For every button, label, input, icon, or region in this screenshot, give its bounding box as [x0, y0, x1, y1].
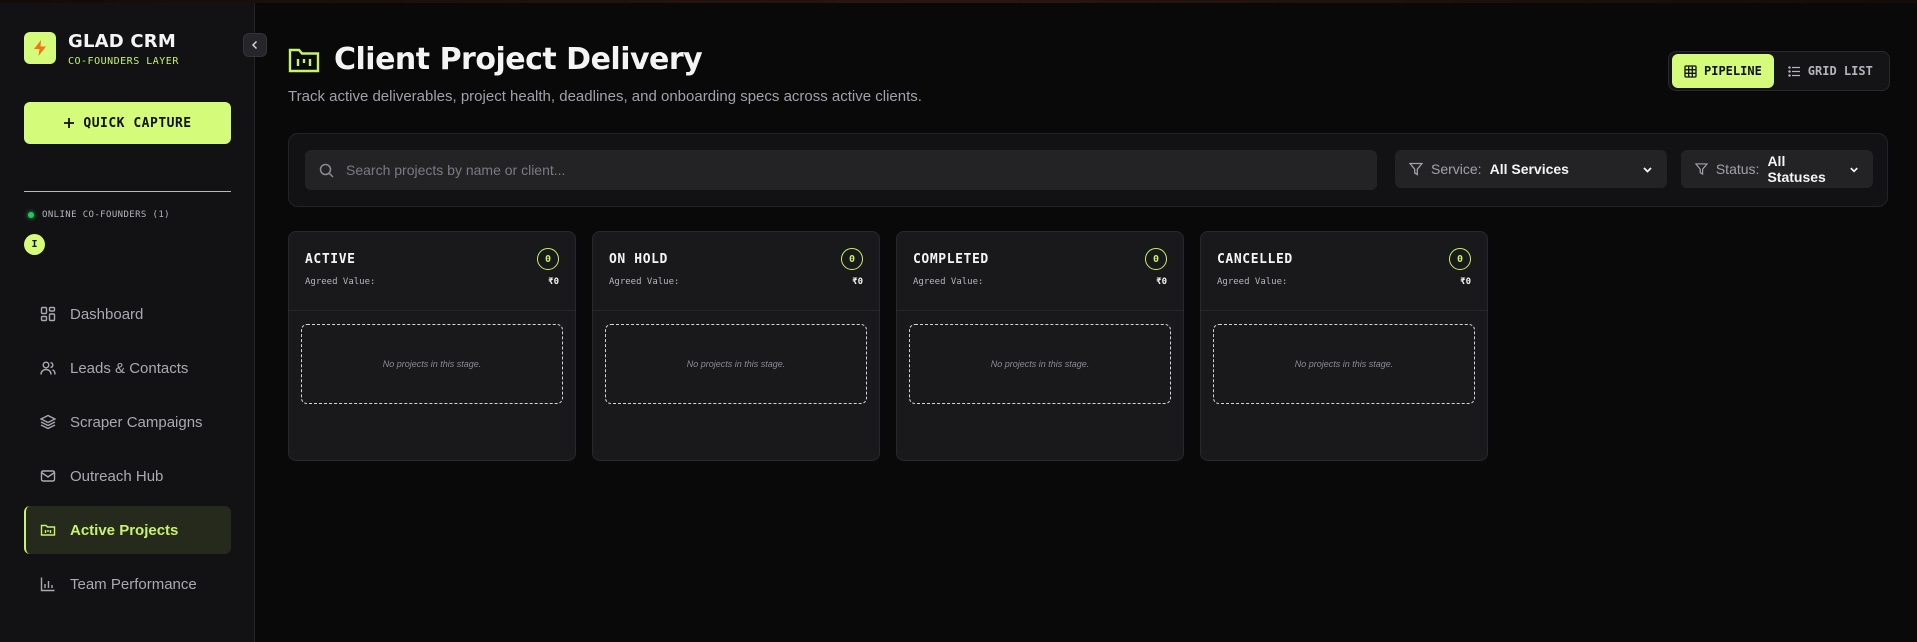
column-agreed-value: Agreed Value: ₹0	[305, 277, 559, 287]
agreed-value-amount: ₹0	[548, 277, 559, 287]
service-filter-select[interactable]: Service: All Services	[1395, 150, 1667, 188]
filter-bar: Service: All Services Status: All Status…	[288, 133, 1888, 207]
agreed-value-amount: ₹0	[1460, 277, 1471, 287]
pipeline-label: PIPELINE	[1704, 64, 1762, 78]
plus-icon	[64, 118, 75, 128]
page-subtitle: Track active deliverables, project healt…	[288, 88, 922, 105]
agreed-value-amount: ₹0	[1156, 277, 1167, 287]
bar-chart-icon	[40, 577, 55, 592]
brand-subtitle: CO-FOUNDERS LAYER	[68, 56, 179, 67]
column-title: CANCELLED	[1217, 252, 1293, 267]
empty-dropzone[interactable]: No projects in this stage.	[301, 324, 563, 404]
empty-dropzone[interactable]: No projects in this stage.	[1213, 324, 1475, 404]
column-count-badge: 0	[841, 248, 863, 270]
brand[interactable]: GLAD CRM CO-FOUNDERS LAYER	[24, 32, 179, 67]
grid-icon	[1684, 64, 1697, 78]
folder-icon	[40, 524, 56, 536]
column-count-badge: 0	[537, 248, 559, 270]
sidebar: GLAD CRM CO-FOUNDERS LAYER QUICK CAPTURE…	[0, 3, 255, 642]
online-label: ONLINE CO-FOUNDERS (1)	[42, 210, 171, 220]
sidebar-item-team-performance[interactable]: Team Performance	[24, 560, 231, 608]
dashboard-icon	[40, 306, 56, 322]
sidebar-divider	[24, 191, 231, 192]
sidebar-item-outreach-hub[interactable]: Outreach Hub	[24, 452, 231, 500]
agreed-value-label: Agreed Value:	[913, 277, 984, 287]
agreed-value-label: Agreed Value:	[1217, 277, 1288, 287]
chevron-down-icon	[1850, 167, 1858, 173]
lightning-icon	[24, 32, 56, 64]
column-header: ACTIVE 0 Agreed Value: ₹0	[289, 232, 575, 311]
pipeline-column-active: ACTIVE 0 Agreed Value: ₹0 No projects in…	[288, 231, 576, 461]
search-input[interactable]	[346, 162, 1346, 178]
column-agreed-value: Agreed Value: ₹0	[913, 277, 1167, 287]
status-filter-label: Status:	[1715, 161, 1760, 177]
column-title: ACTIVE	[305, 252, 356, 267]
grid-list-view-button[interactable]: GRID LIST	[1776, 54, 1885, 88]
column-agreed-value: Agreed Value: ₹0	[1217, 277, 1471, 287]
empty-dropzone[interactable]: No projects in this stage.	[909, 324, 1171, 404]
quick-capture-label: QUICK CAPTURE	[83, 115, 192, 131]
sidebar-item-label: Scraper Campaigns	[70, 413, 203, 431]
mail-icon	[40, 470, 56, 482]
sidebar-item-label: Outreach Hub	[70, 467, 164, 485]
column-count-badge: 0	[1449, 248, 1471, 270]
folder-kanban-icon	[288, 48, 320, 72]
column-header: ON HOLD 0 Agreed Value: ₹0	[593, 232, 879, 311]
view-toggle: PIPELINE GRID LIST	[1668, 51, 1890, 91]
collapse-sidebar-button[interactable]	[243, 33, 267, 57]
column-header: CANCELLED 0 Agreed Value: ₹0	[1201, 232, 1487, 311]
main-content: Client Project Delivery Track active del…	[256, 3, 1917, 642]
users-icon	[40, 361, 56, 375]
column-title: COMPLETED	[913, 252, 989, 267]
chevron-left-icon	[251, 40, 258, 50]
chevron-down-icon	[1643, 166, 1652, 173]
sidebar-item-leads-contacts[interactable]: Leads & Contacts	[24, 344, 231, 392]
service-filter-value: All Services	[1489, 161, 1569, 177]
avatar[interactable]: I	[24, 234, 45, 255]
pipeline-column-cancelled: CANCELLED 0 Agreed Value: ₹0 No projects…	[1200, 231, 1488, 461]
search-box[interactable]	[305, 150, 1377, 190]
search-icon	[319, 163, 334, 178]
pipeline-board: ACTIVE 0 Agreed Value: ₹0 No projects in…	[288, 231, 1488, 461]
online-status-dot	[28, 212, 34, 218]
sidebar-item-label: Team Performance	[70, 575, 197, 593]
pipeline-column-completed: COMPLETED 0 Agreed Value: ₹0 No projects…	[896, 231, 1184, 461]
column-header: COMPLETED 0 Agreed Value: ₹0	[897, 232, 1183, 311]
brand-title: GLAD CRM	[68, 31, 176, 52]
agreed-value-amount: ₹0	[852, 277, 863, 287]
sidebar-item-active-projects[interactable]: Active Projects	[24, 506, 231, 554]
pipeline-column-on-hold: ON HOLD 0 Agreed Value: ₹0 No projects i…	[592, 231, 880, 461]
sidebar-item-label: Dashboard	[70, 305, 144, 323]
status-filter-value: All Statuses	[1767, 153, 1826, 185]
agreed-value-label: Agreed Value:	[609, 277, 680, 287]
filter-icon	[1409, 162, 1423, 176]
grid-list-label: GRID LIST	[1807, 64, 1873, 78]
sidebar-item-scraper-campaigns[interactable]: Scraper Campaigns	[24, 398, 231, 446]
column-count-badge: 0	[1145, 248, 1167, 270]
sidebar-nav: Dashboard Leads & Contacts Scraper Campa…	[24, 290, 231, 614]
quick-capture-button[interactable]: QUICK CAPTURE	[24, 102, 231, 144]
column-agreed-value: Agreed Value: ₹0	[609, 277, 863, 287]
sidebar-item-label: Leads & Contacts	[70, 359, 189, 377]
page-header: Client Project Delivery	[288, 42, 703, 77]
online-cofounders: ONLINE CO-FOUNDERS (1)	[28, 210, 170, 220]
filter-icon	[1695, 163, 1708, 176]
pipeline-view-button[interactable]: PIPELINE	[1672, 54, 1774, 88]
agreed-value-label: Agreed Value:	[305, 277, 376, 287]
column-title: ON HOLD	[609, 252, 668, 267]
layers-icon	[40, 414, 56, 430]
page-title: Client Project Delivery	[334, 42, 703, 77]
sidebar-item-dashboard[interactable]: Dashboard	[24, 290, 231, 338]
status-filter-select[interactable]: Status: All Statuses	[1681, 150, 1873, 188]
sidebar-item-label: Active Projects	[70, 521, 179, 539]
service-filter-label: Service:	[1431, 161, 1482, 177]
empty-dropzone[interactable]: No projects in this stage.	[605, 324, 867, 404]
list-icon	[1788, 65, 1800, 77]
app-root: GLAD CRM CO-FOUNDERS LAYER QUICK CAPTURE…	[0, 0, 1917, 642]
